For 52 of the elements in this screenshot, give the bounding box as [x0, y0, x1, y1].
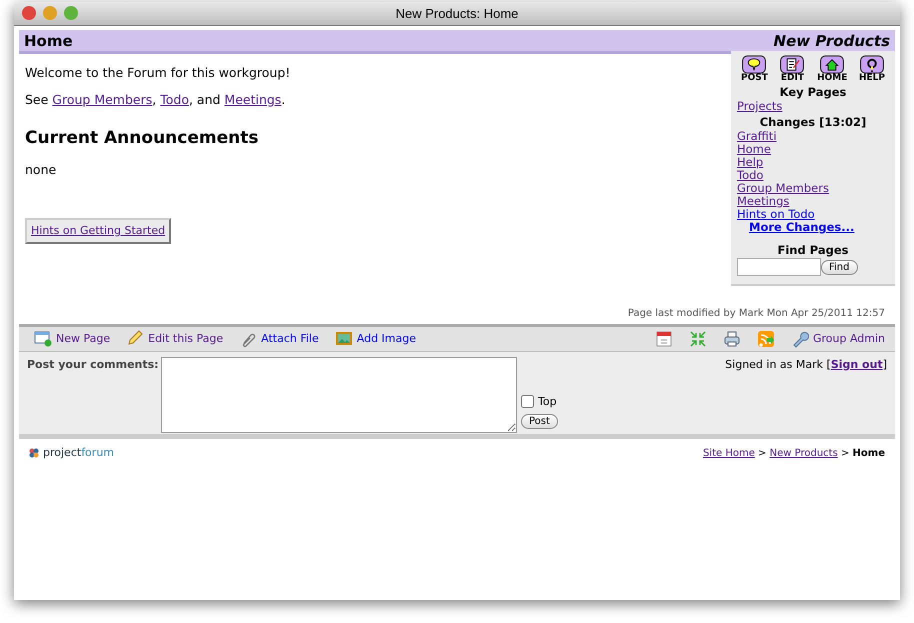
sidebar-link[interactable]: Todo: [737, 168, 764, 182]
page-link[interactable]: Todo: [160, 92, 189, 107]
breadcrumb-link[interactable]: New Products: [770, 448, 838, 459]
comments-label: Post your comments:: [27, 357, 160, 373]
breadcrumb-link[interactable]: Site Home: [702, 448, 755, 459]
sidebar-link[interactable]: Graffiti: [737, 129, 777, 143]
find-field[interactable]: [737, 258, 821, 276]
calendar-icon[interactable]: [654, 330, 673, 348]
sidebar-link[interactable]: Group Members: [737, 181, 829, 195]
feed-icon[interactable]: [756, 330, 775, 348]
window-title: New Products: Home: [396, 5, 518, 23]
sidebar-link[interactable]: Meetings: [737, 194, 790, 208]
printer-icon[interactable]: [722, 330, 741, 348]
close-button[interactable]: [22, 6, 36, 20]
signed-in-text: Signed in as Mark [Sign out]: [725, 358, 887, 371]
welcome-text: Welcome to the Forum for this workgroup!: [25, 64, 292, 82]
changes-heading: Changes [13:02]: [758, 116, 868, 129]
sidebar-link[interactable]: Projects: [737, 99, 782, 113]
projectforum-logo: projectforum: [29, 445, 114, 462]
see-links-text: See Group Members, Todo, and Meetings.: [25, 90, 286, 109]
last-modified-text: Page last modified by Mark Mon Apr 25/2011 12:57: [626, 307, 886, 321]
toolbar-link[interactable]: Edit this Page: [126, 330, 224, 348]
group-admin-link[interactable]: Group Admin: [790, 330, 885, 348]
breadcrumb-text: Site Home > New Products > Home: [702, 446, 885, 461]
page-link[interactable]: Group Members: [52, 92, 152, 107]
expand-arrows-icon[interactable]: [688, 330, 707, 348]
sidebar-link[interactable]: Help: [737, 155, 764, 169]
sidebar-link[interactable]: Home: [737, 142, 771, 156]
top-checkbox[interactable]: [521, 395, 534, 408]
post-button[interactable]: Post: [521, 414, 558, 429]
more-changes-link[interactable]: More Changes...: [749, 220, 854, 234]
find-pages-heading: Find Pages: [776, 244, 850, 257]
key-pages-heading: Key Pages: [778, 86, 848, 99]
find-button[interactable]: Find: [821, 260, 858, 274]
page-link[interactable]: Meetings: [224, 92, 282, 107]
wrench-icon: [790, 330, 809, 348]
forum-name: New Products: [774, 31, 890, 51]
toolbar-link[interactable]: Attach File: [239, 330, 319, 348]
image-icon: [334, 330, 353, 348]
new-page-icon: [34, 330, 52, 348]
top-label: Top: [538, 394, 557, 410]
page-title: Home: [24, 31, 73, 51]
sidebar-link[interactable]: Hints on Todo: [737, 207, 815, 221]
announcements-text: none: [25, 161, 58, 179]
zoom-button[interactable]: [64, 6, 78, 20]
sign-out-link[interactable]: Sign out: [830, 358, 883, 371]
hints-button[interactable]: Hints on Getting Started: [25, 218, 172, 244]
toolbar-link[interactable]: New Page: [34, 330, 110, 348]
announcements-heading: Current Announcements: [25, 126, 260, 150]
minimize-button[interactable]: [43, 6, 57, 20]
toolbar-link[interactable]: Add Image: [334, 330, 416, 348]
comment-field[interactable]: [161, 357, 517, 433]
